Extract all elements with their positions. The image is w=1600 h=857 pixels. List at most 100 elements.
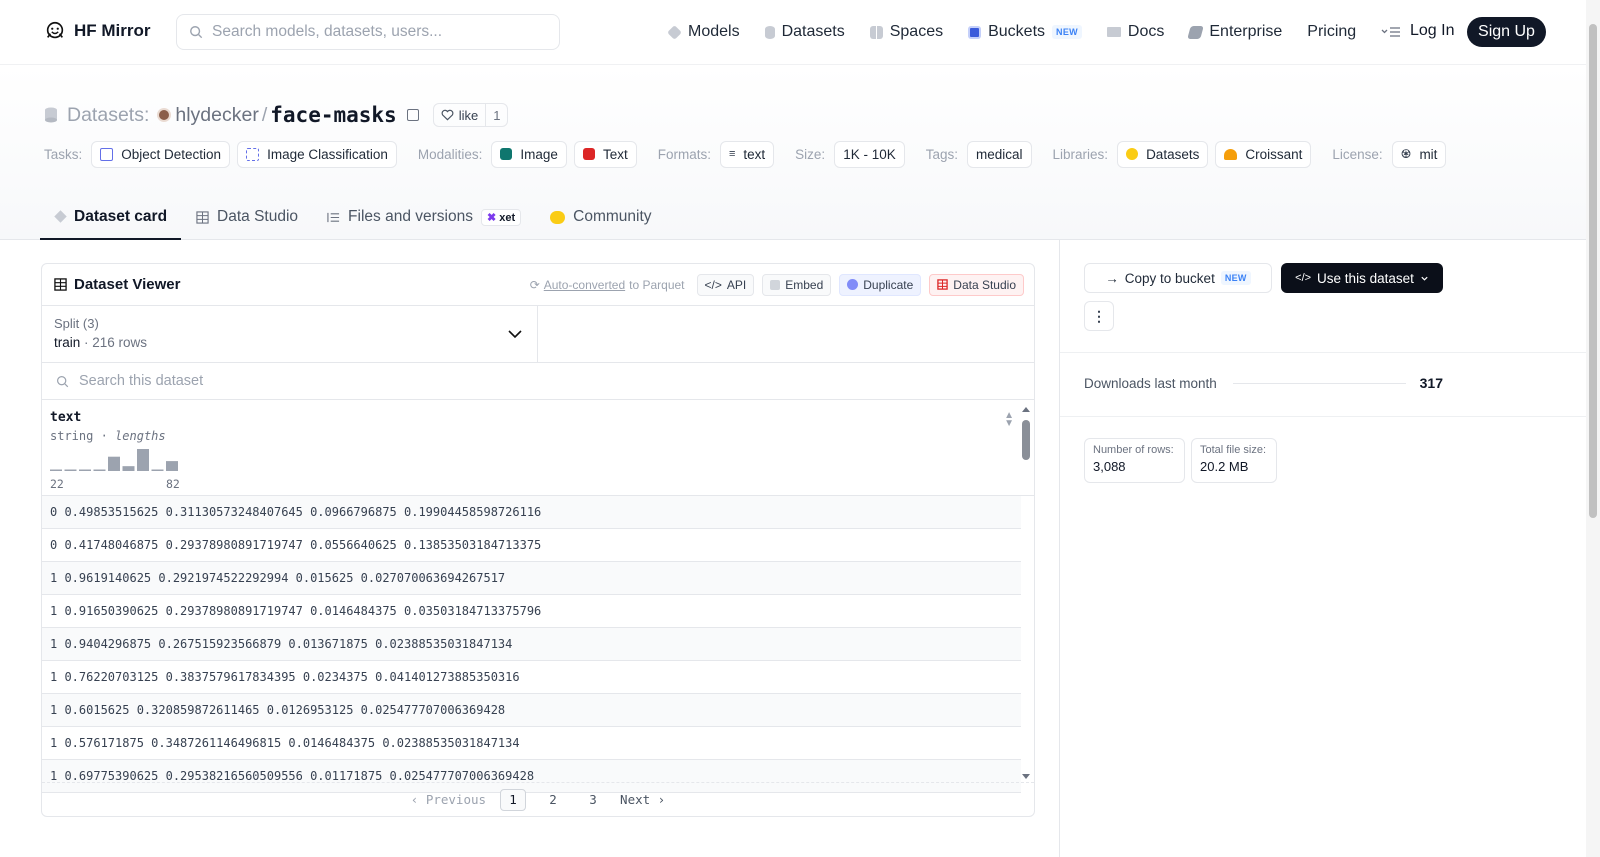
tab-community[interactable]: Community xyxy=(535,195,665,239)
table-row[interactable]: 1 0.6015625 0.320859872611465 0.01269531… xyxy=(42,694,1021,727)
column-header-text[interactable]: text string · lengths 22 82 ▲ ▼ xyxy=(42,400,1034,496)
table-row[interactable]: 1 0.576171875 0.3487261146496815 0.01464… xyxy=(42,727,1021,760)
table-row[interactable]: 1 0.9404296875 0.267515923566879 0.01367… xyxy=(42,628,1021,661)
tag-library-datasets[interactable]: Datasets xyxy=(1117,140,1209,168)
tag-image-classification[interactable]: Image Classification xyxy=(237,140,397,168)
viewer-title-label: Dataset Viewer xyxy=(74,276,181,293)
nav-spaces[interactable]: Spaces xyxy=(869,23,943,41)
api-button[interactable]: </> API xyxy=(696,273,755,296)
rows-count-card[interactable]: Number of rows: 3,088 xyxy=(1084,438,1185,483)
table-row[interactable]: 1 0.9619140625 0.2921974522292994 0.0156… xyxy=(42,562,1021,595)
table-row[interactable]: 1 0.76220703125 0.3837579617834395 0.023… xyxy=(42,661,1021,694)
table-row[interactable]: 0 0.41748046875 0.29378980891719747 0.05… xyxy=(42,529,1021,562)
object-detection-icon xyxy=(100,147,114,161)
repo-name[interactable]: face-masks xyxy=(270,103,396,127)
tag-object-detection[interactable]: Object Detection xyxy=(91,140,231,168)
histogram-bar[interactable] xyxy=(137,449,149,471)
page-2-button[interactable]: 2 xyxy=(540,789,566,811)
tag-library-croissant[interactable]: Croissant xyxy=(1215,140,1312,168)
previous-page-button[interactable]: ‹ Previous xyxy=(411,792,486,807)
sort-icon[interactable]: ▲ ▼ xyxy=(1004,411,1014,429)
nav-pricing[interactable]: Pricing xyxy=(1307,23,1356,41)
nav-buckets[interactable]: Buckets NEW xyxy=(968,23,1082,41)
nav-datasets[interactable]: Datasets xyxy=(764,23,845,41)
formats-group: Formats: ≡ text xyxy=(658,140,781,168)
page-3-button[interactable]: 3 xyxy=(580,789,606,811)
auto-converted-link[interactable]: Auto-converted xyxy=(544,278,625,292)
histogram-bar[interactable] xyxy=(166,461,178,471)
tag-label: mit xyxy=(1419,146,1438,162)
histogram-bar[interactable] xyxy=(50,469,62,472)
next-page-button[interactable]: Next › xyxy=(620,792,665,807)
signup-button[interactable]: Sign Up xyxy=(1467,17,1546,47)
like-count[interactable]: 1 xyxy=(485,104,507,126)
split-count: Split (3) xyxy=(54,316,99,331)
tag-size[interactable]: 1K - 10K xyxy=(834,140,905,168)
duplicate-button[interactable]: Duplicate xyxy=(839,273,922,296)
repo-type-label[interactable]: Datasets: xyxy=(67,104,149,127)
to-parquet-text: to Parquet xyxy=(629,277,685,292)
use-this-dataset-button[interactable]: </> Use this dataset xyxy=(1281,263,1443,293)
downloads-sparkline xyxy=(1232,382,1406,384)
docs-icon xyxy=(1106,27,1121,37)
enterprise-icon xyxy=(1187,25,1205,39)
tab-data-studio[interactable]: Data Studio xyxy=(181,195,312,239)
viewer-scrollbar[interactable] xyxy=(1020,406,1032,782)
split-name: train xyxy=(54,335,81,350)
split-dropdown[interactable]: Split (3) train · 216 rows xyxy=(42,306,538,362)
table-row[interactable]: 1 0.91650390625 0.29378980891719747 0.01… xyxy=(42,595,1021,628)
tab-dataset-card[interactable]: Dataset card xyxy=(40,195,182,240)
window-scrollbar-thumb[interactable] xyxy=(1589,24,1597,518)
spaces-icon xyxy=(869,25,883,39)
pagination: ‹ Previous 1 2 3 Next › xyxy=(42,782,1034,816)
top-navbar: HF Mirror Search models, datasets, users… xyxy=(0,0,1586,65)
models-icon xyxy=(667,24,682,40)
login-link[interactable]: Log In xyxy=(1410,22,1454,40)
file-size-value: 20.2 MB xyxy=(1200,459,1249,474)
more-options-button[interactable]: ⋮ xyxy=(1084,301,1114,331)
brand-logo[interactable]: HF Mirror xyxy=(44,20,151,42)
histogram-bar[interactable] xyxy=(64,469,77,472)
histogram-bar[interactable] xyxy=(108,456,120,471)
rows-count-label: Number of rows: xyxy=(1093,444,1174,456)
community-icon xyxy=(550,210,566,224)
histogram-bar[interactable] xyxy=(79,469,91,472)
libraries-group: Libraries: Datasets Croissant xyxy=(1053,140,1319,168)
tag-medical[interactable]: medical xyxy=(967,140,1032,168)
dataset-search-placeholder: Search this dataset xyxy=(79,373,204,389)
like-button[interactable]: like 1 xyxy=(432,103,509,127)
file-size-card[interactable]: Total file size: 20.2 MB xyxy=(1191,438,1277,483)
histogram-bar[interactable] xyxy=(93,469,106,472)
histogram-bar[interactable] xyxy=(122,466,135,471)
nav-enterprise[interactable]: Enterprise xyxy=(1187,23,1282,41)
dataset-viewer: Dataset Viewer ⟳ Auto-converted to Parqu… xyxy=(41,263,1035,817)
hf-logo-icon xyxy=(46,21,64,39)
embed-button[interactable]: Embed xyxy=(762,273,832,296)
page-1-button[interactable]: 1 xyxy=(500,788,527,811)
global-search-input[interactable]: Search models, datasets, users... xyxy=(176,14,560,50)
data-studio-button[interactable]: Data Studio xyxy=(929,273,1024,296)
tag-format-text[interactable]: ≡ text xyxy=(719,140,775,168)
size-label: Size: xyxy=(795,146,826,162)
image-classification-icon xyxy=(246,147,260,161)
croissant-icon xyxy=(1224,148,1238,160)
length-histogram[interactable] xyxy=(50,449,180,471)
tab-files-and-versions[interactable]: Files and versions ✖ xet xyxy=(312,195,535,239)
datasets-icon xyxy=(764,25,775,39)
copy-icon[interactable] xyxy=(406,109,419,121)
nav-models[interactable]: Models xyxy=(667,23,740,41)
tag-license[interactable]: ♼ mit xyxy=(1391,140,1447,168)
repo-title: Datasets: hlydecker / face-masks like 1 xyxy=(44,101,509,129)
window-scrollbar[interactable] xyxy=(1586,0,1600,857)
file-size-label: Total file size: xyxy=(1200,444,1267,456)
nav-docs[interactable]: Docs xyxy=(1106,23,1164,41)
histogram-bar[interactable] xyxy=(151,469,164,472)
dataset-search-input[interactable]: Search this dataset xyxy=(42,363,1034,400)
copy-to-bucket-button[interactable]: → Copy to bucket NEW xyxy=(1084,263,1272,293)
table-row[interactable]: 0 0.49853515625 0.31130573248407645 0.09… xyxy=(42,496,1021,529)
owner-avatar[interactable] xyxy=(157,108,172,122)
repo-owner[interactable]: hlydecker xyxy=(175,104,258,127)
nav-more-menu[interactable] xyxy=(1381,25,1401,39)
tag-image[interactable]: Image xyxy=(491,140,567,168)
tag-text[interactable]: Text xyxy=(573,140,637,168)
